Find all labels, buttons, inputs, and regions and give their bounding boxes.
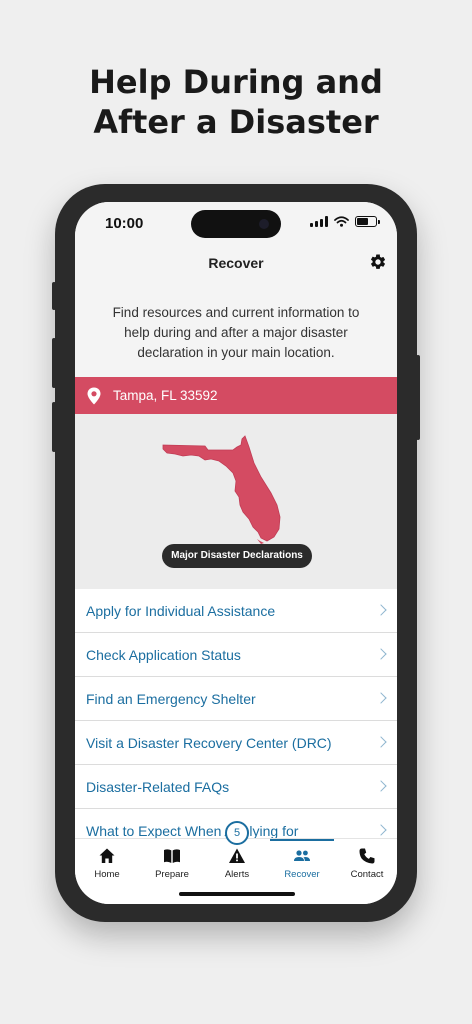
map-area: Major Disaster Declarations xyxy=(75,414,397,589)
app-screen: 10:00 Recover Find resources and current… xyxy=(75,202,397,904)
location-pin-icon xyxy=(87,387,101,404)
home-icon xyxy=(99,848,115,863)
list-item-label: Disaster-Related FAQs xyxy=(86,778,230,795)
battery-icon xyxy=(355,216,380,227)
phone-volume-down-button xyxy=(52,402,56,452)
dynamic-island xyxy=(191,210,281,238)
tab-recover[interactable]: Recover xyxy=(270,847,334,880)
list-item-label: Find an Emergency Shelter xyxy=(86,690,256,707)
phone-action-button xyxy=(52,282,56,310)
list-item-label: Check Application Status xyxy=(86,646,241,663)
headline-line-2: After a Disaster xyxy=(93,103,379,141)
page-headline: Help During and After a Disaster xyxy=(0,62,472,142)
list-item-label: Apply for Individual Assistance xyxy=(86,602,276,619)
camera-icon xyxy=(259,219,269,229)
tab-alerts[interactable]: Alerts xyxy=(205,847,269,880)
status-icons xyxy=(310,216,380,227)
tab-label: Home xyxy=(94,869,120,880)
chevron-right-icon xyxy=(375,780,387,792)
chevron-right-icon xyxy=(375,648,387,660)
status-time: 10:00 xyxy=(105,215,144,232)
alerts-count-badge[interactable]: 5 xyxy=(225,821,249,845)
gear-icon[interactable] xyxy=(369,253,387,271)
status-bar: 10:00 xyxy=(75,202,397,250)
warning-icon xyxy=(229,848,245,863)
tab-prepare[interactable]: Prepare xyxy=(140,847,204,880)
list-item-emergency-shelter[interactable]: Find an Emergency Shelter xyxy=(75,677,397,721)
major-disaster-declarations-button[interactable]: Major Disaster Declarations xyxy=(162,544,312,568)
tab-home[interactable]: Home xyxy=(75,847,139,880)
home-indicator[interactable] xyxy=(179,892,295,896)
tab-label: Recover xyxy=(284,869,320,880)
tab-contact[interactable]: Contact xyxy=(335,847,397,880)
resource-list: Apply for Individual Assistance Check Ap… xyxy=(75,589,397,853)
tab-label: Alerts xyxy=(224,869,250,880)
location-text: Tampa, FL 33592 xyxy=(113,388,218,403)
cellular-signal-icon xyxy=(310,216,328,227)
phone-volume-up-button xyxy=(52,338,56,388)
list-item-label: Visit a Disaster Recovery Center (DRC) xyxy=(86,734,332,751)
intro-text: Find resources and current information t… xyxy=(112,305,360,360)
headline-line-1: Help During and xyxy=(89,63,383,101)
florida-map-icon[interactable] xyxy=(161,435,285,545)
location-bar[interactable]: Tampa, FL 33592 xyxy=(75,377,397,414)
chevron-right-icon xyxy=(375,824,387,836)
wifi-icon xyxy=(334,216,349,227)
list-item-check-status[interactable]: Check Application Status xyxy=(75,633,397,677)
chevron-right-icon xyxy=(375,736,387,748)
phone-icon xyxy=(359,848,375,864)
phone-power-button xyxy=(416,355,420,440)
chevron-right-icon xyxy=(375,692,387,704)
active-tab-indicator xyxy=(270,839,334,841)
tab-label: Contact xyxy=(350,869,384,880)
people-icon xyxy=(294,850,310,861)
book-icon xyxy=(164,849,180,863)
tab-label: Prepare xyxy=(155,869,189,880)
list-item-label: What to Expect When Applying for xyxy=(86,822,299,839)
list-item-recovery-center[interactable]: Visit a Disaster Recovery Center (DRC) xyxy=(75,721,397,765)
page-title: Recover xyxy=(208,255,264,271)
chevron-right-icon xyxy=(375,604,387,616)
list-item-apply-assistance[interactable]: Apply for Individual Assistance xyxy=(75,589,397,633)
list-item-faqs[interactable]: Disaster-Related FAQs xyxy=(75,765,397,809)
